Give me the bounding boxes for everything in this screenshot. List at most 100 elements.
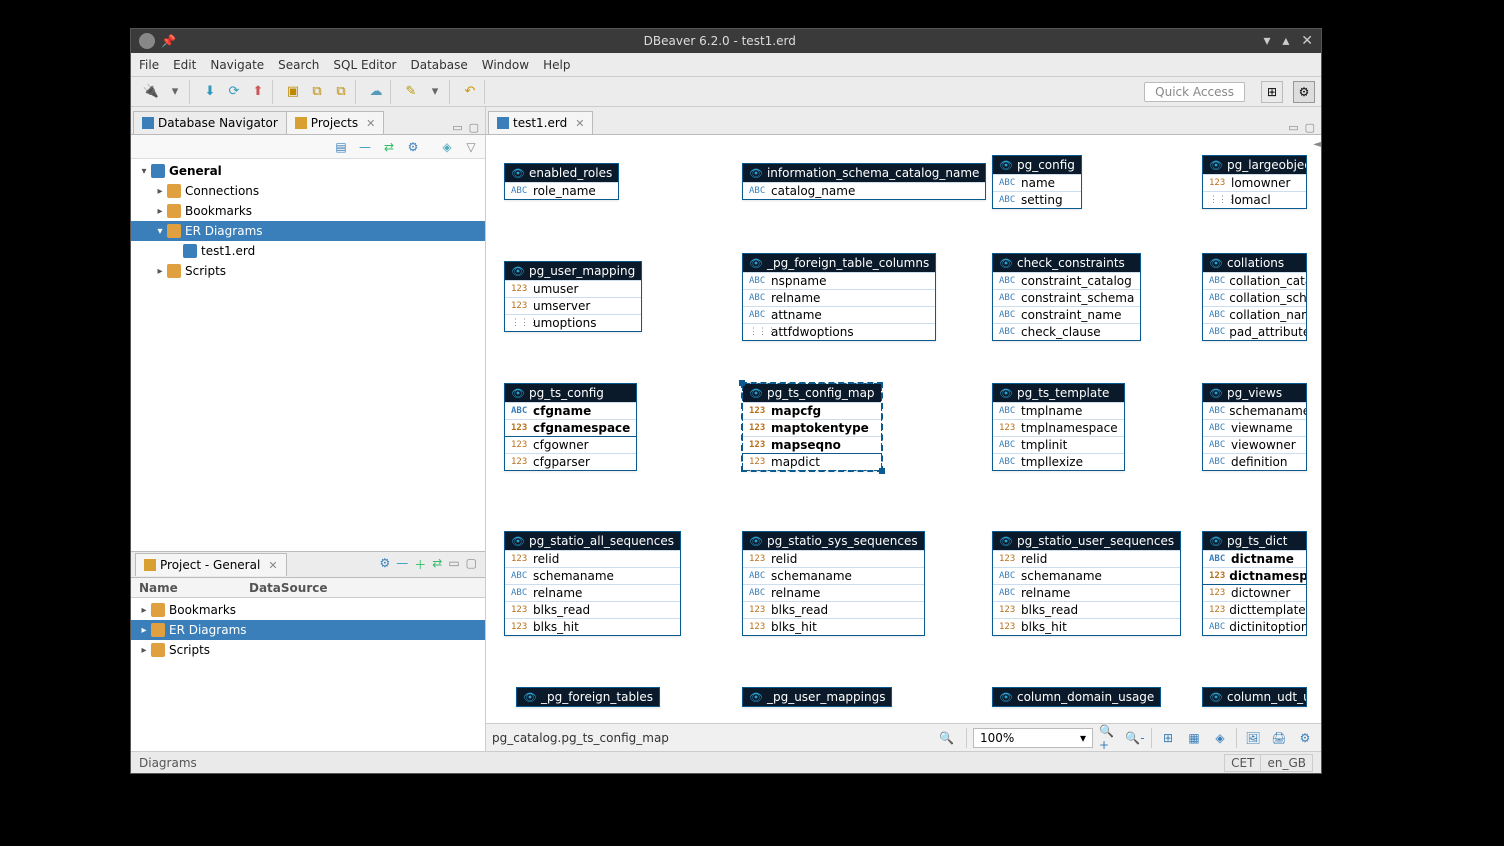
export-image-button[interactable]: 🖼 bbox=[1243, 728, 1263, 748]
perspective-dbeaver-button[interactable]: ⚙ bbox=[1293, 81, 1315, 103]
commit-button[interactable]: ☁ bbox=[366, 82, 386, 102]
pin-icon[interactable]: 📌 bbox=[161, 34, 176, 48]
menu-navigate[interactable]: Navigate bbox=[210, 58, 264, 72]
reconnect-button[interactable]: ⟳ bbox=[224, 82, 244, 102]
minimize-view-button[interactable]: ▭ bbox=[452, 121, 462, 134]
menu-file[interactable]: File bbox=[139, 58, 159, 72]
erd-table-pg_ts_config_map[interactable]: 👁pg_ts_config_map123mapcfg123maptokentyp… bbox=[742, 383, 882, 471]
erd-table-pg_config[interactable]: 👁pg_configABCnameABCsetting bbox=[992, 155, 1082, 209]
tree-item-bookmarks[interactable]: ▸ Bookmarks bbox=[131, 600, 485, 620]
tree-item-test1-erd[interactable]: test1.erd bbox=[131, 241, 485, 261]
quick-access-input[interactable]: Quick Access bbox=[1144, 82, 1245, 102]
sql-editor-recent-button[interactable]: ⧉ bbox=[331, 82, 351, 102]
perspective-open-button[interactable]: ⊞ bbox=[1261, 81, 1283, 103]
column-datasource[interactable]: DataSource bbox=[241, 579, 336, 597]
tab-projects[interactable]: Projects ✕ bbox=[286, 111, 385, 134]
tree-item-scripts[interactable]: ▸ Scripts bbox=[131, 640, 485, 660]
search-icon[interactable]: 🔍 bbox=[933, 731, 960, 745]
folder-icon bbox=[151, 164, 165, 178]
collapse-all-button[interactable]: — bbox=[357, 139, 373, 155]
grid-button[interactable]: ▦ bbox=[1184, 728, 1204, 748]
erd-table-pg_user_mapping[interactable]: 👁pg_user_mapping123umuser123umserver⋮⋮⋮u… bbox=[504, 261, 642, 332]
project-tree[interactable]: ▸ Bookmarks ▸ ER Diagrams ▸ Scripts bbox=[131, 598, 485, 751]
menu-sqleditor[interactable]: SQL Editor bbox=[333, 58, 396, 72]
menu-search[interactable]: Search bbox=[278, 58, 319, 72]
erd-table-collations[interactable]: 👁collationsABCcollation_cataloABCcollati… bbox=[1202, 253, 1307, 341]
erd-table-pg_ts_dict[interactable]: 👁pg_ts_dictABCdictname123dictnamespac123… bbox=[1202, 531, 1307, 636]
disconnect-button[interactable]: ⬆ bbox=[248, 82, 268, 102]
minimize-view-button[interactable]: ▭ bbox=[448, 556, 459, 573]
menu-edit[interactable]: Edit bbox=[173, 58, 196, 72]
toolbar: 🔌 ▾ ⬇ ⟳ ⬆ ▣ ⧉ ⧉ ☁ ✎ ▾ ↶ Quick Access ⊞ ⚙ bbox=[131, 77, 1321, 107]
maximize-view-button[interactable]: ▢ bbox=[466, 556, 477, 573]
erd-table-_pg_user_mappings[interactable]: 👁_pg_user_mappings bbox=[742, 687, 892, 707]
erd-table-pg_statio_all_sequences[interactable]: 👁pg_statio_all_sequences123relidABCschem… bbox=[504, 531, 681, 636]
sql-editor-new-button[interactable]: ⧉ bbox=[307, 82, 327, 102]
close-icon[interactable]: ✕ bbox=[575, 117, 584, 130]
tree-root[interactable]: ▾ General bbox=[131, 161, 485, 181]
dropdown-icon[interactable]: ▾ bbox=[425, 82, 445, 102]
column-name[interactable]: Name bbox=[131, 579, 241, 597]
erd-table-column_domain_usage[interactable]: 👁column_domain_usage bbox=[992, 687, 1161, 707]
rollback-button[interactable]: ↶ bbox=[460, 82, 480, 102]
selection-path: pg_catalog.pg_ts_config_map bbox=[492, 731, 927, 745]
titlebar[interactable]: 📌 DBeaver 6.2.0 - test1.erd ▾ ▴ ✕ bbox=[131, 29, 1321, 53]
maximize-view-button[interactable]: ▢ bbox=[1305, 121, 1315, 134]
database-icon bbox=[142, 117, 154, 129]
tree-item-scripts[interactable]: ▸ Scripts bbox=[131, 261, 485, 281]
erd-table-check_constraints[interactable]: 👁check_constraintsABCconstraint_catalogA… bbox=[992, 253, 1141, 341]
connect-button[interactable]: ⬇ bbox=[200, 82, 220, 102]
maximize-view-button[interactable]: ▢ bbox=[469, 121, 479, 134]
minimize-button[interactable]: ▾ bbox=[1264, 33, 1271, 49]
erd-table-_pg_foreign_tables[interactable]: 👁_pg_foreign_tables bbox=[516, 687, 660, 707]
erd-table-pg_largeobject_[interactable]: 👁pg_largeobject_123lomowner⋮⋮⋮lomacl bbox=[1202, 155, 1307, 209]
maximize-button[interactable]: ▴ bbox=[1282, 33, 1289, 49]
erd-table-pg_ts_config[interactable]: 👁pg_ts_configABCcfgname123cfgnamespace12… bbox=[504, 383, 637, 471]
zoom-out-button[interactable]: 🔍- bbox=[1125, 728, 1145, 748]
tab-database-navigator[interactable]: Database Navigator bbox=[133, 111, 287, 134]
configure-button[interactable]: ⚙ bbox=[379, 556, 390, 573]
close-icon[interactable]: ✕ bbox=[366, 117, 375, 130]
tree-item-er-diagrams[interactable]: ▸ ER Diagrams bbox=[131, 620, 485, 640]
transaction-button[interactable]: ✎ bbox=[401, 82, 421, 102]
minimize-view-button[interactable]: ▭ bbox=[1288, 121, 1298, 134]
tree-item-bookmarks[interactable]: ▸ Bookmarks bbox=[131, 201, 485, 221]
collapse-all-button[interactable]: — bbox=[396, 556, 408, 573]
dropdown-icon[interactable]: ▾ bbox=[165, 82, 185, 102]
link-editor-button[interactable]: ⇄ bbox=[381, 139, 397, 155]
erd-table-_pg_foreign_table_columns[interactable]: 👁_pg_foreign_table_columnsABCnspnameABCr… bbox=[742, 253, 936, 341]
erd-table-column_udt_us[interactable]: 👁column_udt_us bbox=[1202, 687, 1307, 707]
erd-table-enabled_roles[interactable]: 👁enabled_rolesABCrole_name bbox=[504, 163, 619, 200]
tree-item-er-diagrams[interactable]: ▾ ER Diagrams bbox=[131, 221, 485, 241]
editor-tab-test1-erd[interactable]: test1.erd ✕ bbox=[488, 111, 593, 134]
refresh-button[interactable]: ◈ bbox=[1210, 728, 1230, 748]
projects-tree[interactable]: ▾ General ▸ Connections ▸ Bookmarks ▾ ER… bbox=[131, 159, 485, 551]
close-icon[interactable]: ✕ bbox=[268, 559, 277, 572]
refresh-button[interactable]: ◈ bbox=[439, 139, 455, 155]
settings-button[interactable]: ⚙ bbox=[1295, 728, 1315, 748]
new-connection-button[interactable]: 🔌 bbox=[141, 82, 161, 102]
sql-editor-button[interactable]: ▣ bbox=[283, 82, 303, 102]
layout-button[interactable]: ⊞ bbox=[1158, 728, 1178, 748]
erd-table-information_schema_catalog_name[interactable]: 👁information_schema_catalog_nameABCcatal… bbox=[742, 163, 986, 200]
erd-table-pg_views[interactable]: 👁pg_viewsABCschemanameABCviewnameABCview… bbox=[1202, 383, 1307, 471]
add-button[interactable]: ＋ bbox=[414, 556, 426, 573]
view-menu-button[interactable]: ▽ bbox=[463, 139, 479, 155]
window-title: DBeaver 6.2.0 - test1.erd bbox=[184, 34, 1256, 48]
menu-window[interactable]: Window bbox=[482, 58, 529, 72]
tab-project-general[interactable]: Project - General ✕ bbox=[135, 553, 287, 576]
erd-table-pg_ts_template[interactable]: 👁pg_ts_templateABCtmplname123tmplnamespa… bbox=[992, 383, 1125, 471]
erd-table-pg_statio_user_sequences[interactable]: 👁pg_statio_user_sequences123relidABCsche… bbox=[992, 531, 1181, 636]
tree-item-connections[interactable]: ▸ Connections bbox=[131, 181, 485, 201]
menu-help[interactable]: Help bbox=[543, 58, 570, 72]
erd-canvas[interactable]: 👁enabled_rolesABCrole_name 👁information_s… bbox=[486, 135, 1321, 723]
link-editor-button[interactable]: ⇄ bbox=[432, 556, 442, 573]
erd-table-pg_statio_sys_sequences[interactable]: 👁pg_statio_sys_sequences123relidABCschem… bbox=[742, 531, 925, 636]
zoom-combo[interactable]: 100% ▾ bbox=[973, 728, 1093, 748]
close-button[interactable]: ✕ bbox=[1301, 33, 1313, 49]
menu-database[interactable]: Database bbox=[410, 58, 467, 72]
create-project-button[interactable]: ▤ bbox=[333, 139, 349, 155]
configure-button[interactable]: ⚙ bbox=[405, 139, 421, 155]
print-button[interactable]: 🖨 bbox=[1269, 728, 1289, 748]
zoom-in-button[interactable]: 🔍+ bbox=[1099, 728, 1119, 748]
